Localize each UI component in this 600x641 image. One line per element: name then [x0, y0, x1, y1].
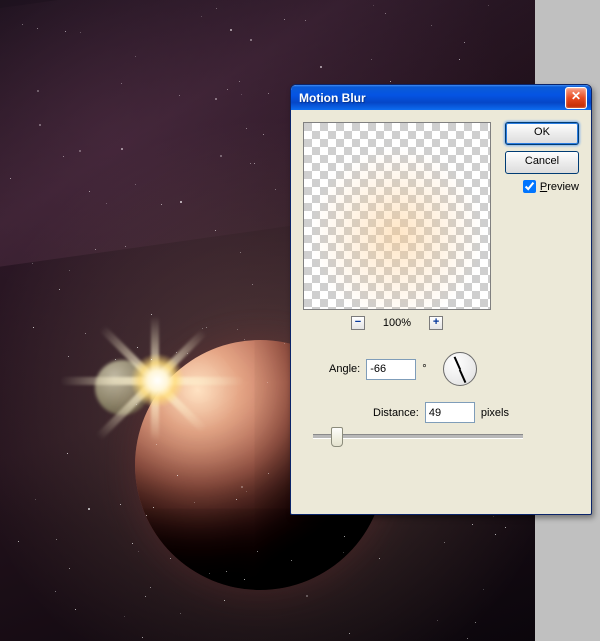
planet-small [95, 360, 150, 415]
distance-slider[interactable] [313, 426, 523, 446]
app-stage: Motion Blur ✕ − 100% + OK Cancel [0, 0, 600, 641]
distance-input[interactable] [425, 402, 475, 423]
filter-preview[interactable] [303, 122, 491, 310]
distance-row: Distance: pixels [373, 402, 509, 423]
angle-row: Angle: ° [329, 352, 477, 386]
preview-checkbox[interactable] [523, 180, 536, 193]
zoom-controls: − 100% + [303, 316, 491, 330]
angle-dial[interactable] [443, 352, 477, 386]
plus-icon: + [433, 316, 439, 328]
zoom-out-button[interactable]: − [351, 316, 365, 330]
close-button[interactable]: ✕ [565, 87, 587, 109]
preview-checkbox-row[interactable]: Preview [523, 180, 579, 193]
distance-unit-label: pixels [481, 407, 509, 419]
zoom-level-label: 100% [383, 317, 411, 329]
slider-thumb[interactable] [331, 427, 343, 447]
dialog-body: − 100% + OK Cancel Preview Angle: ° [291, 110, 591, 514]
ok-button[interactable]: OK [505, 122, 579, 145]
zoom-in-button[interactable]: + [429, 316, 443, 330]
angle-label: Angle: [329, 363, 360, 375]
minus-icon: − [355, 316, 361, 328]
dialog-titlebar[interactable]: Motion Blur ✕ [291, 85, 591, 110]
angle-input[interactable] [366, 359, 416, 380]
angle-degree-symbol: ° [422, 363, 426, 375]
preview-checkbox-label: Preview [540, 181, 579, 193]
slider-track [313, 434, 523, 439]
dialog-action-buttons: OK Cancel [507, 122, 579, 174]
distance-label: Distance: [373, 407, 419, 419]
angle-needle [459, 369, 466, 382]
motion-blur-dialog: Motion Blur ✕ − 100% + OK Cancel [290, 84, 592, 515]
close-icon: ✕ [571, 89, 581, 103]
dialog-title: Motion Blur [299, 91, 366, 105]
cancel-button[interactable]: Cancel [505, 151, 579, 174]
angle-needle-opposite [453, 357, 460, 370]
